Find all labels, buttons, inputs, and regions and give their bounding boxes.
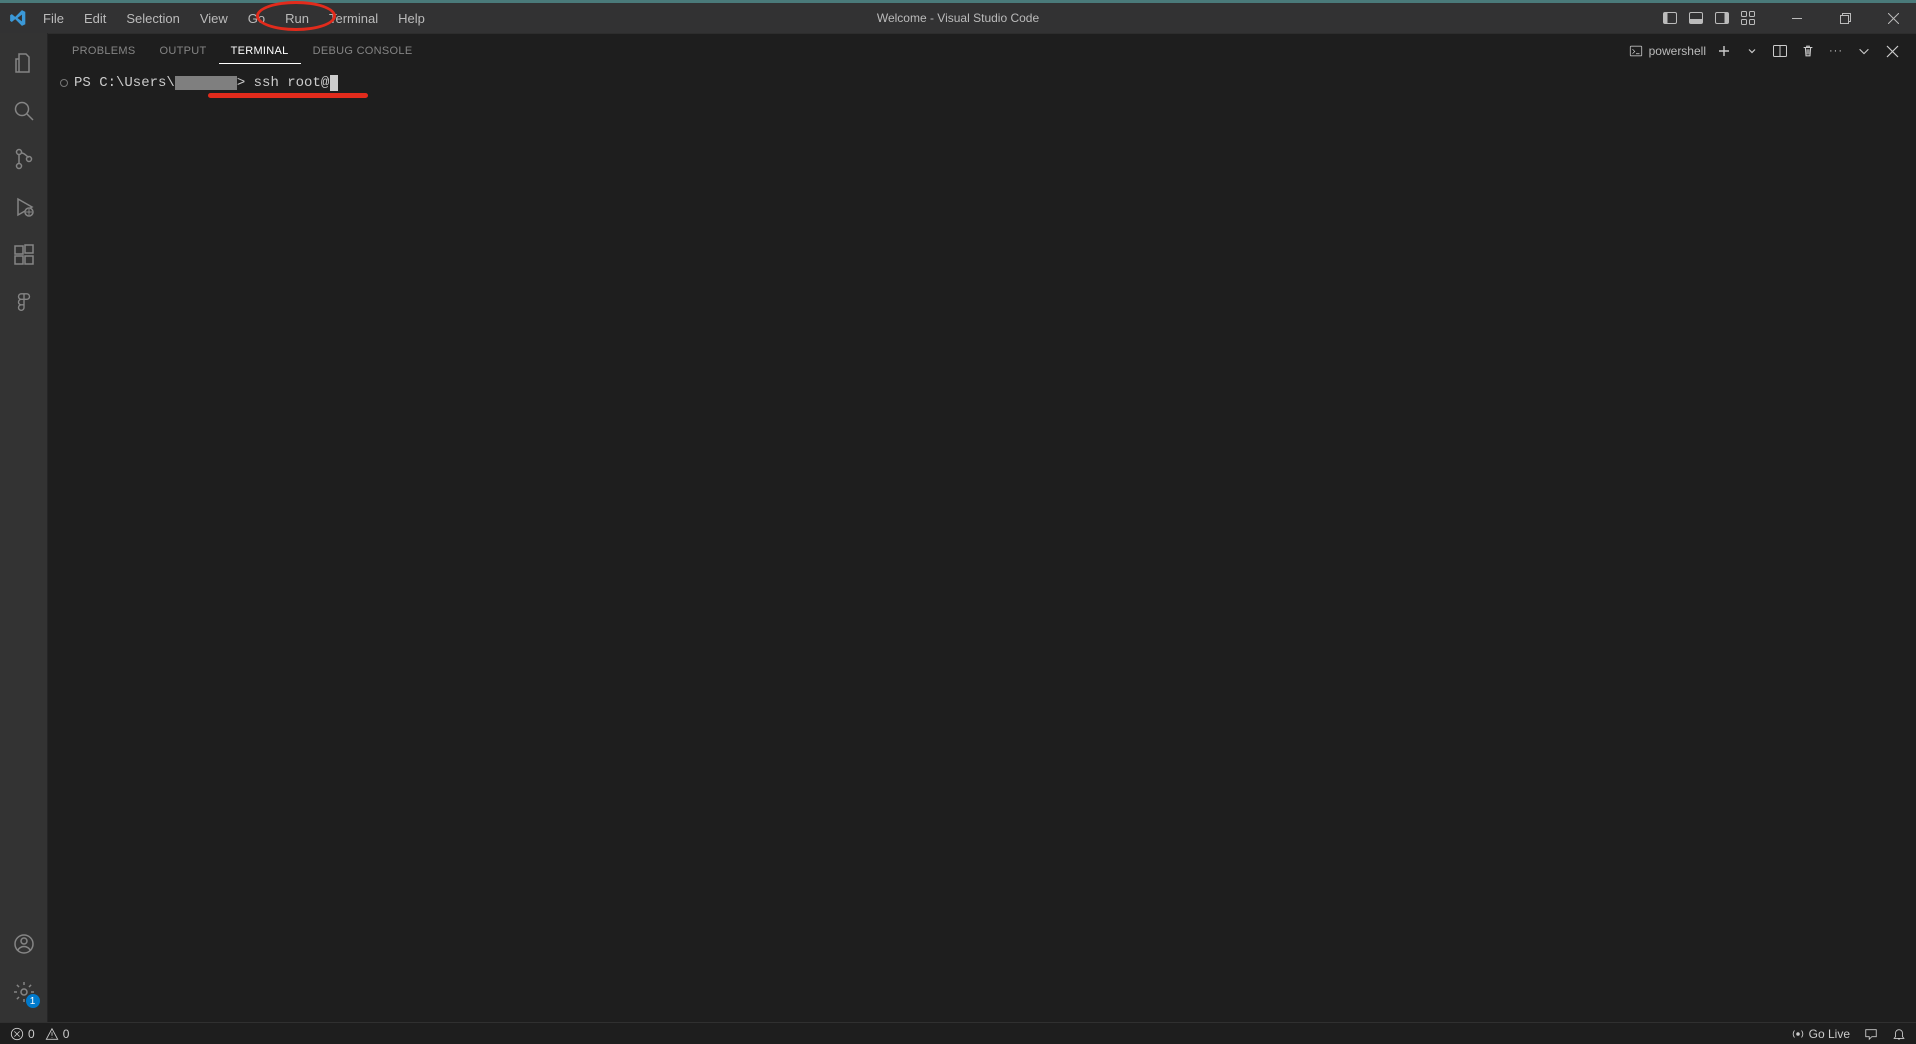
activity-figma-icon[interactable]: [0, 279, 48, 327]
window-title: Welcome - Visual Studio Code: [877, 11, 1039, 25]
status-go-live-label: Go Live: [1809, 1027, 1850, 1041]
panel-tab-debug-console[interactable]: DEBUG CONSOLE: [301, 39, 425, 63]
status-go-live[interactable]: Go Live: [1791, 1027, 1850, 1041]
layout-toggle-secondary-sidebar-icon[interactable]: [1711, 7, 1733, 29]
menu-view[interactable]: View: [191, 7, 237, 30]
status-errors-count: 0: [28, 1027, 35, 1041]
activity-search-icon[interactable]: [0, 87, 48, 135]
workspace: 1 PROBLEMS OUTPUT TERMINAL DEBUG CONSOLE…: [0, 33, 1916, 1022]
terminal-command-text: ssh root@: [254, 74, 330, 92]
window-close-button[interactable]: [1870, 3, 1916, 33]
panel-tab-output[interactable]: OUTPUT: [148, 39, 219, 63]
menu-run[interactable]: Run: [276, 7, 318, 30]
status-warnings[interactable]: 0: [45, 1027, 70, 1041]
status-errors[interactable]: 0: [10, 1027, 35, 1041]
settings-update-badge: 1: [26, 994, 40, 1008]
split-terminal-button[interactable]: [1770, 41, 1790, 61]
menu-go[interactable]: Go: [239, 7, 274, 30]
vscode-logo-icon: [6, 6, 30, 30]
panel-tab-problems[interactable]: PROBLEMS: [60, 39, 148, 63]
panel-toolbar: powershell ···: [1629, 41, 1916, 61]
customize-layout-icon[interactable]: [1737, 7, 1759, 29]
activity-settings-icon[interactable]: 1: [0, 968, 48, 1016]
terminal-cursor: [330, 75, 338, 91]
panel: PROBLEMS OUTPUT TERMINAL DEBUG CONSOLE p…: [48, 33, 1916, 1022]
kill-terminal-button[interactable]: [1798, 41, 1818, 61]
activity-bar: 1: [0, 33, 48, 1022]
status-bar: 0 0 Go Live: [0, 1022, 1916, 1044]
terminal-body[interactable]: PS C:\Users\ > ssh root@: [48, 68, 1916, 1022]
status-feedback-icon[interactable]: [1864, 1027, 1878, 1041]
new-terminal-button[interactable]: [1714, 41, 1734, 61]
activity-account-icon[interactable]: [0, 920, 48, 968]
titlebar: File Edit Selection View Go Run Terminal…: [0, 3, 1916, 33]
terminal-shell-selector[interactable]: powershell: [1629, 44, 1706, 58]
status-warnings-count: 0: [63, 1027, 70, 1041]
terminal-shell-name: powershell: [1649, 44, 1706, 58]
terminal-line: PS C:\Users\ > ssh root@: [60, 74, 1906, 92]
main-menu: File Edit Selection View Go Run Terminal…: [34, 7, 434, 30]
close-panel-button[interactable]: [1882, 41, 1902, 61]
redacted-username: [175, 76, 237, 90]
menu-terminal[interactable]: Terminal: [320, 7, 387, 30]
terminal-command-decoration-icon[interactable]: [60, 79, 68, 87]
menu-edit[interactable]: Edit: [75, 7, 115, 30]
new-terminal-dropdown-icon[interactable]: [1742, 41, 1762, 61]
layout-toggle-primary-sidebar-icon[interactable]: [1659, 7, 1681, 29]
hide-panel-button[interactable]: [1854, 41, 1874, 61]
activity-explorer-icon[interactable]: [0, 39, 48, 87]
more-actions-button[interactable]: ···: [1826, 41, 1846, 61]
menu-selection[interactable]: Selection: [117, 7, 188, 30]
layout-toggle-panel-icon[interactable]: [1685, 7, 1707, 29]
panel-tab-bar: PROBLEMS OUTPUT TERMINAL DEBUG CONSOLE p…: [48, 33, 1916, 68]
window-restore-button[interactable]: [1822, 3, 1868, 33]
activity-source-control-icon[interactable]: [0, 135, 48, 183]
panel-tab-terminal[interactable]: TERMINAL: [219, 39, 301, 64]
menu-help[interactable]: Help: [389, 7, 434, 30]
menu-file[interactable]: File: [34, 7, 73, 30]
annotation-underline: [208, 93, 368, 98]
terminal-prompt-suffix: >: [237, 74, 254, 92]
window-minimize-button[interactable]: [1774, 3, 1820, 33]
status-bell-icon[interactable]: [1892, 1027, 1906, 1041]
terminal-prompt-prefix: PS C:\Users\: [74, 74, 175, 92]
titlebar-right: [1658, 3, 1916, 33]
activity-run-debug-icon[interactable]: [0, 183, 48, 231]
activity-extensions-icon[interactable]: [0, 231, 48, 279]
